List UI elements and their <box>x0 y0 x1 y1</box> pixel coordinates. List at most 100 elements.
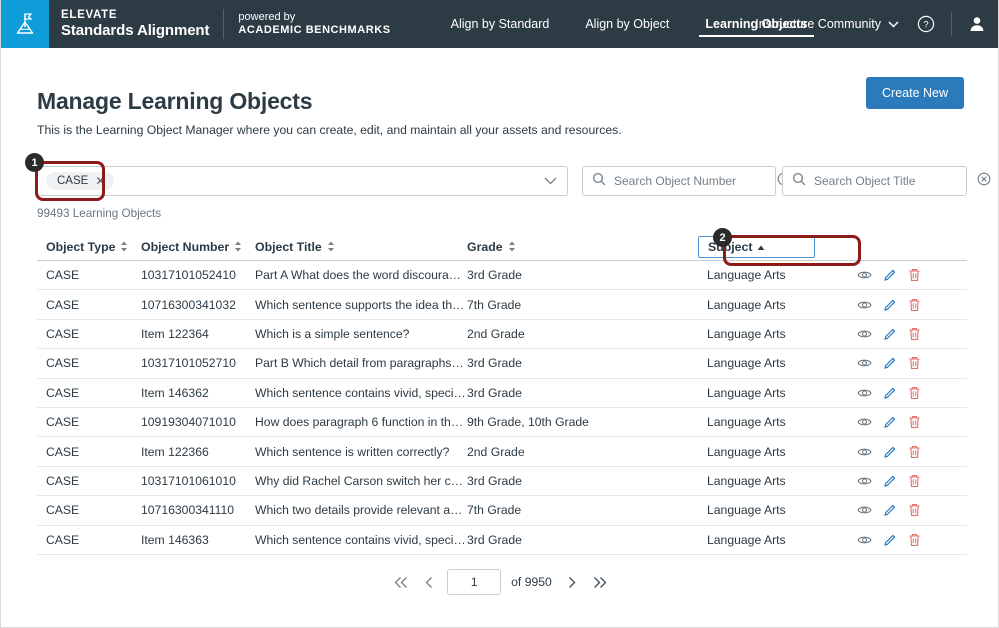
brand-block: ELEVATE Standards Alignment powered by A… <box>49 0 391 48</box>
cell-object-type: CASE <box>37 327 141 341</box>
table-row: CASEItem 122364Which is a simple sentenc… <box>37 320 967 349</box>
tab-align-by-object[interactable]: Align by Object <box>567 0 687 48</box>
cell-object-type: CASE <box>37 298 141 312</box>
cell-subject: Language Arts <box>707 268 857 282</box>
cell-object-title: Which sentence contains vivid, specific … <box>255 386 467 400</box>
column-header-subject[interactable]: Subject <box>707 236 857 258</box>
trash-icon[interactable] <box>908 445 921 459</box>
sort-arrows-icon <box>327 241 335 252</box>
elevate-logo[interactable] <box>1 0 49 48</box>
pencil-icon[interactable] <box>883 356 897 370</box>
search-icon <box>592 172 606 191</box>
sort-ascending-icon <box>757 240 765 254</box>
chevron-left-icon[interactable] <box>419 570 439 594</box>
trash-icon[interactable] <box>908 298 921 312</box>
pencil-icon[interactable] <box>883 533 897 547</box>
pencil-icon[interactable] <box>883 386 897 400</box>
object-type-filter-select[interactable]: CASE ✕ <box>37 166 568 196</box>
pencil-icon[interactable] <box>883 503 897 517</box>
cell-object-number: 10317101052410 <box>141 268 255 282</box>
eye-icon[interactable] <box>857 356 872 370</box>
eye-icon[interactable] <box>857 298 872 312</box>
table-row: CASE10716300341110Which two details prov… <box>37 496 967 525</box>
search-object-title-input[interactable] <box>814 174 969 188</box>
help-circle-icon[interactable]: ? <box>917 15 935 33</box>
column-header-grade[interactable]: Grade <box>467 240 707 254</box>
cell-actions <box>857 268 952 282</box>
subject-header-focus-ring[interactable]: Subject <box>698 236 815 258</box>
pencil-icon[interactable] <box>883 415 897 429</box>
total-pages-label: of 9950 <box>511 575 552 589</box>
tab-align-by-standard[interactable]: Align by Standard <box>433 0 568 48</box>
eye-icon[interactable] <box>857 415 872 429</box>
pagination: of 9950 <box>1 569 999 595</box>
double-chevron-left-icon[interactable] <box>391 570 411 594</box>
clear-circle-icon[interactable] <box>977 172 991 191</box>
pencil-icon[interactable] <box>883 327 897 341</box>
app-page: ELEVATE Standards Alignment powered by A… <box>0 0 999 628</box>
cell-actions <box>857 327 952 341</box>
chevron-right-icon[interactable] <box>562 570 582 594</box>
column-header-object-type[interactable]: Object Type <box>37 240 141 254</box>
search-object-number-input[interactable] <box>614 174 769 188</box>
column-header-object-title[interactable]: Object Title <box>255 240 467 254</box>
eye-icon[interactable] <box>857 445 872 459</box>
cell-grade: 3rd Grade <box>467 268 707 282</box>
cell-object-number: Item 146362 <box>141 386 255 400</box>
close-x-icon[interactable]: ✕ <box>95 175 105 187</box>
cell-object-type: CASE <box>37 386 141 400</box>
cell-subject: Language Arts <box>707 356 857 370</box>
page-number-input[interactable] <box>447 569 501 595</box>
pencil-icon[interactable] <box>883 474 897 488</box>
academic-benchmarks-label: ACADEMIC BENCHMARKS <box>238 24 390 37</box>
cell-object-type: CASE <box>37 445 141 459</box>
create-new-button[interactable]: Create New <box>866 77 964 109</box>
pencil-icon[interactable] <box>883 298 897 312</box>
community-menu[interactable]: Instructure Community <box>755 17 899 31</box>
pencil-icon[interactable] <box>883 445 897 459</box>
search-object-number-box[interactable] <box>582 166 776 196</box>
eye-icon[interactable] <box>857 503 872 517</box>
cell-object-type: CASE <box>37 503 141 517</box>
eye-icon[interactable] <box>857 327 872 341</box>
table-body: CASE10317101052410Part A What does the w… <box>37 261 967 555</box>
trash-icon[interactable] <box>908 386 921 400</box>
trash-icon[interactable] <box>908 503 921 517</box>
pencil-icon[interactable] <box>883 268 897 282</box>
eye-icon[interactable] <box>857 474 872 488</box>
cell-object-type: CASE <box>37 356 141 370</box>
column-label: Object Type <box>46 240 115 254</box>
cell-actions <box>857 474 952 488</box>
trash-icon[interactable] <box>908 415 921 429</box>
cell-object-type: CASE <box>37 268 141 282</box>
table-row: CASEItem 122366Which sentence is written… <box>37 437 967 466</box>
eye-icon[interactable] <box>857 533 872 547</box>
cell-object-title: Which two details provide relevant and s… <box>255 503 467 517</box>
sort-arrows-icon <box>234 241 242 252</box>
cell-grade: 9th Grade, 10th Grade <box>467 415 707 429</box>
user-avatar-icon[interactable] <box>968 15 986 33</box>
trash-icon[interactable] <box>908 268 921 282</box>
chevron-down-icon[interactable] <box>544 172 557 190</box>
eye-icon[interactable] <box>857 268 872 282</box>
cell-actions <box>857 533 952 547</box>
eye-icon[interactable] <box>857 386 872 400</box>
trash-icon[interactable] <box>908 327 921 341</box>
trash-icon[interactable] <box>908 356 921 370</box>
top-navigation-bar: ELEVATE Standards Alignment powered by A… <box>1 0 999 48</box>
cell-grade: 3rd Grade <box>467 474 707 488</box>
column-label: Subject <box>708 240 752 254</box>
trash-icon[interactable] <box>908 474 921 488</box>
table-row: CASEItem 146363Which sentence contains v… <box>37 526 967 555</box>
column-header-object-number[interactable]: Object Number <box>141 240 255 254</box>
filter-tag-case[interactable]: CASE ✕ <box>46 172 114 190</box>
search-object-title-box[interactable] <box>782 166 967 196</box>
cell-subject: Language Arts <box>707 415 857 429</box>
double-chevron-right-icon[interactable] <box>590 570 610 594</box>
cell-object-number: 10716300341032 <box>141 298 255 312</box>
cell-object-title: Which sentence is written correctly? <box>255 445 467 459</box>
trash-icon[interactable] <box>908 533 921 547</box>
cell-subject: Language Arts <box>707 503 857 517</box>
cell-grade: 2nd Grade <box>467 327 707 341</box>
page-subtitle: This is the Learning Object Manager wher… <box>37 123 622 137</box>
